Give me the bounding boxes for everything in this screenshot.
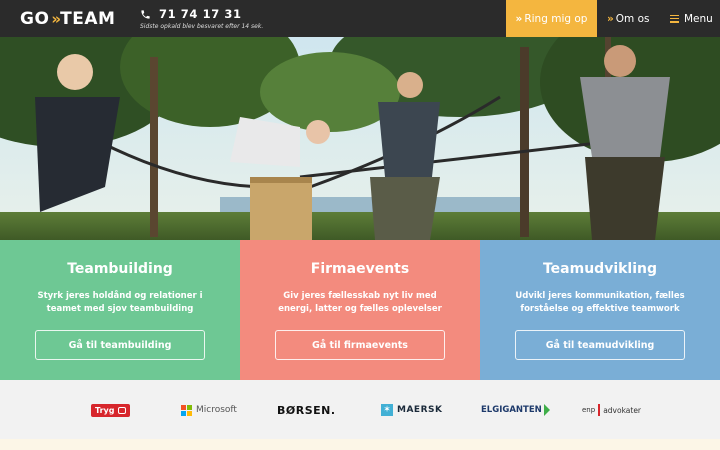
card-teambuilding: Teambuilding Styrk jeres holdånd og rela… bbox=[0, 240, 240, 380]
category-cards: Teambuilding Styrk jeres holdånd og rela… bbox=[0, 240, 720, 380]
logo-text-team: TEAM bbox=[60, 9, 116, 29]
microsoft-logo: Microsoft bbox=[181, 402, 237, 418]
microsoft-squares-icon bbox=[181, 404, 192, 416]
partner-logos-strip: Tryg Microsoft BØRSEN. ✶ MAERSK ELGIGANT… bbox=[0, 380, 720, 439]
menu-label: Menu bbox=[684, 12, 713, 25]
hamburger-icon bbox=[670, 14, 679, 23]
menu-button[interactable]: Menu bbox=[670, 0, 713, 37]
microsoft-logo-text: Microsoft bbox=[196, 405, 237, 415]
call-me-button[interactable]: » Ring mig op bbox=[506, 0, 597, 37]
next-section-edge bbox=[0, 439, 720, 450]
phone-block: 71 74 17 31 Sidste opkald blev besvaret … bbox=[140, 7, 263, 30]
elgiganten-logo-text: ELGIGANTEN bbox=[481, 405, 542, 415]
phone-icon bbox=[141, 9, 150, 19]
card-title: Firmaevents bbox=[310, 261, 410, 277]
maersk-logo-text: MAERSK bbox=[397, 405, 443, 415]
card-description: Giv jeres fællesskab nyt liv med energi,… bbox=[278, 291, 442, 314]
elgiganten-logo: ELGIGANTEN bbox=[481, 402, 550, 418]
call-me-label: Ring mig op bbox=[524, 12, 588, 25]
card-description: Styrk jeres holdånd og relationer i team… bbox=[37, 291, 203, 314]
goto-firmaevents-button[interactable]: Gå til firmaevents bbox=[275, 330, 445, 360]
borsen-logo-text: BØRSEN. bbox=[277, 403, 336, 417]
card-teamudvikling: Teamudvikling Udvikl jeres kommunikation… bbox=[480, 240, 720, 380]
phone-number-link[interactable]: 71 74 17 31 bbox=[159, 7, 242, 21]
enp-logo-text: enp bbox=[582, 406, 596, 414]
about-label: Om os bbox=[615, 12, 650, 25]
enp-advokater-logo: enp advokater bbox=[582, 402, 641, 418]
tryg-logo: Tryg bbox=[91, 402, 131, 418]
goto-teamudvikling-button[interactable]: Gå til teamudvikling bbox=[515, 330, 685, 360]
chevron-right-icon: » bbox=[607, 12, 614, 25]
maersk-logo: ✶ MAERSK bbox=[381, 402, 442, 418]
goteam-logo[interactable]: GO » TEAM bbox=[20, 9, 115, 29]
enp-bar-icon bbox=[598, 404, 601, 416]
maersk-star-icon: ✶ bbox=[381, 404, 393, 416]
tryg-logo-text: Tryg bbox=[95, 405, 115, 415]
top-navigation-bar: GO » TEAM 71 74 17 31 Sidste opkald blev… bbox=[0, 0, 720, 37]
chevron-right-icon: » bbox=[515, 12, 523, 25]
card-firmaevents: Firmaevents Giv jeres fællesskab nyt liv… bbox=[240, 240, 480, 380]
goto-teambuilding-button[interactable]: Gå til teambuilding bbox=[35, 330, 205, 360]
phone-response-note: Sidste opkald blev besvaret efter 14 sek… bbox=[140, 23, 264, 30]
about-link[interactable]: » Om os bbox=[607, 0, 650, 37]
hero-photo bbox=[0, 37, 720, 240]
borsen-logo: BØRSEN. bbox=[277, 402, 336, 418]
card-title: Teamudvikling bbox=[542, 261, 658, 277]
advokater-logo-text: advokater bbox=[603, 405, 642, 415]
logo-chevrons-icon: » bbox=[51, 10, 61, 28]
hero-image bbox=[0, 37, 720, 240]
elgiganten-arrow-icon bbox=[543, 404, 550, 416]
tryg-emblem-icon bbox=[118, 406, 127, 414]
card-title: Teambuilding bbox=[67, 261, 173, 277]
card-description: Udvikl jeres kommunikation, fælles forst… bbox=[515, 291, 685, 314]
logo-text-go: GO bbox=[20, 9, 50, 29]
